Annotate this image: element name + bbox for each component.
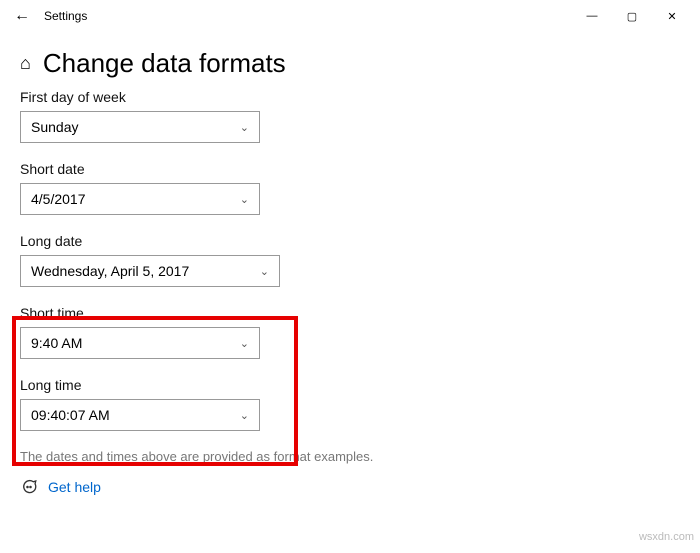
content: First day of week Sunday ⌄ Short date 4/… [0, 89, 700, 496]
long-time-select[interactable]: 09:40:07 AM ⌄ [20, 399, 260, 431]
short-date-field: Short date 4/5/2017 ⌄ [20, 161, 680, 215]
chat-help-icon [20, 478, 38, 496]
page-title: Change data formats [43, 48, 286, 79]
home-icon[interactable]: ⌂ [20, 53, 31, 74]
chevron-down-icon: ⌄ [240, 409, 249, 422]
short-time-select[interactable]: 9:40 AM ⌄ [20, 327, 260, 359]
long-date-select[interactable]: Wednesday, April 5, 2017 ⌄ [20, 255, 280, 287]
maximize-button[interactable]: ▢ [612, 2, 652, 30]
title-bar: ← Settings — ▢ ✕ [0, 0, 700, 32]
back-arrow-icon: ← [14, 7, 30, 25]
short-time-value: 9:40 AM [31, 335, 82, 351]
first-day-value: Sunday [31, 119, 78, 135]
window-title: Settings [44, 9, 87, 23]
long-date-field: Long date Wednesday, April 5, 2017 ⌄ [20, 233, 680, 287]
back-button[interactable]: ← [8, 2, 36, 30]
short-time-field: Short time 9:40 AM ⌄ [20, 305, 680, 359]
short-date-value: 4/5/2017 [31, 191, 86, 207]
help-row: Get help [20, 478, 680, 496]
page-header: ⌂ Change data formats [0, 32, 700, 89]
first-day-field: First day of week Sunday ⌄ [20, 89, 680, 143]
chevron-down-icon: ⌄ [240, 121, 249, 134]
maximize-icon: ▢ [627, 10, 637, 23]
close-icon: ✕ [667, 10, 676, 23]
format-note: The dates and times above are provided a… [20, 449, 680, 464]
chevron-down-icon: ⌄ [260, 265, 269, 278]
short-date-label: Short date [20, 161, 680, 177]
short-time-label: Short time [20, 305, 680, 321]
long-time-label: Long time [20, 377, 680, 393]
first-day-label: First day of week [20, 89, 680, 105]
first-day-select[interactable]: Sunday ⌄ [20, 111, 260, 143]
minimize-button[interactable]: — [572, 2, 612, 30]
get-help-link[interactable]: Get help [48, 479, 101, 495]
long-date-label: Long date [20, 233, 680, 249]
close-button[interactable]: ✕ [652, 2, 692, 30]
window-controls: — ▢ ✕ [572, 2, 692, 30]
long-date-value: Wednesday, April 5, 2017 [31, 263, 189, 279]
chevron-down-icon: ⌄ [240, 337, 249, 350]
long-time-value: 09:40:07 AM [31, 407, 110, 423]
long-time-field: Long time 09:40:07 AM ⌄ [20, 377, 680, 431]
minimize-icon: — [587, 10, 598, 22]
chevron-down-icon: ⌄ [240, 193, 249, 206]
watermark-text: wsxdn.com [639, 531, 694, 543]
short-date-select[interactable]: 4/5/2017 ⌄ [20, 183, 260, 215]
